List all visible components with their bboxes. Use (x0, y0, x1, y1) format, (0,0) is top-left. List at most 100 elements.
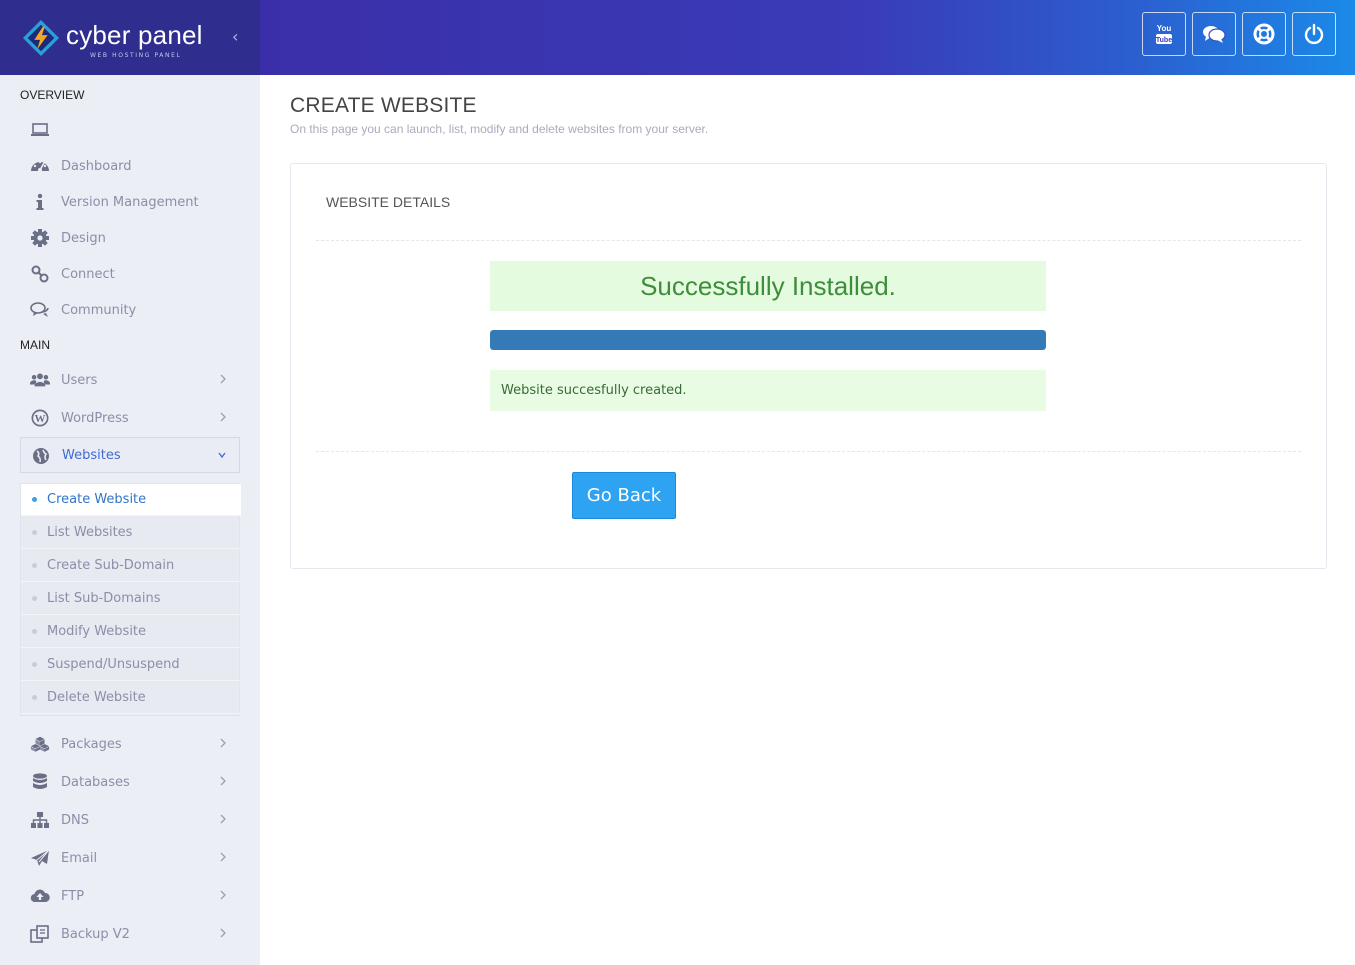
submenu-item-label: List Sub-Domains (47, 591, 161, 606)
sidebar-item-label: DNS (61, 812, 89, 828)
logo-area: cyber panel WEB HOSTING PANEL ‹ (0, 0, 260, 75)
success-alert: Successfully Installed. (490, 261, 1046, 311)
submenu-item-suspend-unsuspend[interactable]: Suspend/Unsuspend (21, 649, 241, 681)
sidebar-item-databases[interactable]: Databases (20, 764, 240, 800)
sidebar-item-label: Community (61, 302, 137, 318)
sidebar-item-label: Dashboard (61, 158, 132, 174)
progress-fill (490, 330, 1046, 350)
status-message: Website succesfully created. (490, 370, 1046, 411)
submenu-item-delete-website[interactable]: Delete Website (21, 682, 241, 714)
sidebar-item-backup-v2[interactable]: Backup V2 (20, 916, 240, 952)
database-icon (30, 772, 50, 792)
submenu-item-label: List Websites (47, 525, 133, 540)
chevron-right-icon (220, 412, 226, 422)
chevron-right-icon (220, 776, 226, 786)
submenu-item-list-websites[interactable]: List Websites (21, 517, 241, 549)
go-back-button[interactable]: Go Back (572, 472, 676, 519)
bullet-dot (32, 497, 37, 502)
install-progress-bar (490, 330, 1046, 350)
website-details-panel: WEBSITE DETAILS Successfully Installed. … (290, 163, 1327, 569)
chevron-right-icon (220, 852, 226, 862)
submenu-item-label: Modify Website (47, 624, 147, 639)
panel-title: WEBSITE DETAILS (326, 194, 451, 210)
submenu-item-label: Create Sub-Domain (47, 558, 175, 573)
sidebar-item-design[interactable]: Design (20, 220, 240, 256)
sidebar-collapse-button[interactable]: ‹ (232, 27, 238, 46)
youtube-button[interactable]: You Tube (1142, 12, 1186, 56)
sitemap-icon (30, 810, 50, 830)
sidebar-item-label: FTP (61, 888, 85, 904)
support-button[interactable] (1242, 12, 1286, 56)
websites-submenu: Create Website List Websites Create Sub-… (20, 483, 241, 716)
link-icon (30, 264, 50, 284)
submenu-item-modify-website[interactable]: Modify Website (21, 616, 241, 648)
chat-button[interactable] (1192, 12, 1236, 56)
submenu-item-label: Delete Website (47, 690, 146, 705)
sidebar-item-community[interactable]: Community (20, 292, 240, 328)
sidebar-item-label: Users (61, 372, 98, 388)
bullet-dot (32, 563, 37, 568)
cyberpanel-logo-icon (22, 19, 60, 57)
sidebar-item-label: Version Management (61, 194, 199, 210)
dashboard-icon (30, 156, 50, 176)
chevron-right-icon (220, 374, 226, 384)
paper-plane-icon (30, 848, 50, 868)
submenu-item-create-website[interactable]: Create Website (21, 484, 241, 516)
sidebar-item-dns[interactable]: DNS (20, 802, 240, 838)
sidebar-item-label: Websites (62, 447, 121, 463)
sidebar-item-dashboard[interactable]: Dashboard (20, 148, 240, 184)
page-subtitle: On this page you can launch, list, modif… (290, 122, 709, 136)
sidebar-item-label: WordPress (61, 410, 129, 426)
submenu-item-create-sub-domain[interactable]: Create Sub-Domain (21, 550, 241, 582)
app-header: cyber panel WEB HOSTING PANEL ‹ You Tube (0, 0, 1355, 75)
lifebuoy-icon (1253, 23, 1275, 45)
sidebar-section-overview: OVERVIEW (20, 88, 85, 102)
sidebar-item-label: Packages (61, 736, 122, 752)
sidebar-item-label: Design (61, 230, 106, 246)
sidebar-item-websites[interactable]: Websites (20, 437, 240, 473)
laptop-icon (30, 120, 50, 140)
divider (316, 240, 1301, 241)
brand-tagline: WEB HOSTING PANEL (90, 52, 182, 59)
sidebar-section-main: MAIN (20, 338, 50, 352)
sidebar-item-overview[interactable] (20, 112, 240, 148)
bullet-dot (32, 695, 37, 700)
sidebar-item-wordpress[interactable]: W WordPress (20, 400, 240, 436)
cloud-upload-icon (30, 886, 50, 906)
sidebar-item-label: Backup V2 (61, 926, 130, 942)
sidebar-item-email[interactable]: Email (20, 840, 240, 876)
chevron-right-icon (220, 928, 226, 938)
comments-icon (30, 300, 50, 320)
submenu-item-list-sub-domains[interactable]: List Sub-Domains (21, 583, 241, 615)
sidebar-item-ftp[interactable]: FTP (20, 878, 240, 914)
svg-text:You: You (1157, 24, 1172, 33)
chat-icon (1203, 26, 1226, 43)
sidebar-item-label: Databases (61, 774, 130, 790)
svg-text:Tube: Tube (1156, 37, 1172, 44)
page-title: CREATE WEBSITE (290, 94, 477, 117)
divider (316, 451, 1301, 452)
users-icon (30, 370, 50, 390)
sidebar-item-users[interactable]: Users (20, 362, 240, 398)
chevron-right-icon (220, 814, 226, 824)
logout-button[interactable] (1292, 12, 1336, 56)
bullet-dot (32, 596, 37, 601)
bullet-dot (32, 629, 37, 634)
sidebar-item-packages[interactable]: Packages (20, 726, 240, 762)
sidebar-item-label: Email (61, 850, 98, 866)
sidebar-item-version-management[interactable]: Version Management (20, 184, 240, 220)
top-bar (260, 0, 1355, 75)
chevron-right-icon (220, 738, 226, 748)
youtube-icon: You Tube (1156, 24, 1172, 44)
power-icon (1304, 23, 1324, 45)
chevron-down-icon (218, 452, 226, 459)
chevron-right-icon (220, 890, 226, 900)
brand-name: cyber panel (66, 20, 203, 50)
bullet-dot (32, 530, 37, 535)
submenu-item-label: Create Website (47, 492, 147, 507)
backup-icon (30, 924, 50, 944)
submenu-item-label: Suspend/Unsuspend (47, 657, 180, 672)
sidebar-item-label: Connect (61, 266, 115, 282)
sidebar-item-connect[interactable]: Connect (20, 256, 240, 292)
info-icon (30, 192, 50, 212)
